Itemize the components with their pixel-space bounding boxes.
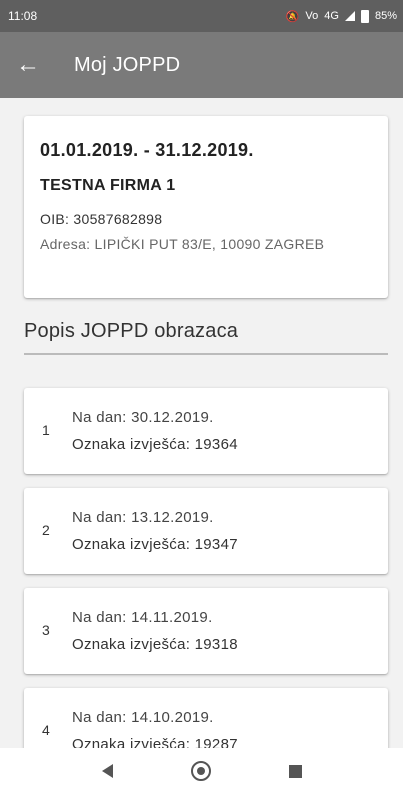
app-bar: ← Moj JOPPD xyxy=(0,32,403,98)
home-circle-icon xyxy=(191,761,212,781)
period-range: 01.01.2019. - 31.12.2019. xyxy=(40,140,254,160)
company-address: Adresa: LIPIČKI PUT 83/E, 10090 ZAGREB xyxy=(40,236,325,252)
summary-card: 01.01.2019. - 31.12.2019. TESTNA FIRMA 1… xyxy=(24,116,388,298)
status-icons: 🔕 Vo 4G 85% xyxy=(285,9,397,23)
signal-icon xyxy=(344,11,355,21)
system-nav-bar xyxy=(0,748,403,794)
network-type: 4G xyxy=(324,10,339,22)
report-date: Na dan: 30.12.2019. xyxy=(72,409,214,426)
report-index: 4 xyxy=(42,722,50,738)
report-date: Na dan: 14.10.2019. xyxy=(72,709,214,726)
recent-square-icon xyxy=(289,764,303,778)
report-index: 1 xyxy=(42,422,50,438)
report-date: Na dan: 13.12.2019. xyxy=(72,509,214,526)
section-title: Popis JOPPD obrazaca xyxy=(24,320,239,342)
back-triangle-icon xyxy=(101,764,113,778)
arrow-left-icon: ← xyxy=(16,51,40,78)
mute-icon: 🔕 xyxy=(285,10,300,23)
section-divider xyxy=(24,353,388,355)
report-oznaka: Oznaka izvješća: 19318 xyxy=(72,636,238,653)
battery-icon xyxy=(360,9,369,23)
volte-icon: Vo xyxy=(305,10,319,22)
back-button[interactable]: ← xyxy=(16,45,56,85)
nav-back-button[interactable] xyxy=(87,751,127,791)
page-title: Moj JOPPD xyxy=(74,53,181,76)
report-item[interactable]: 4 Na dan: 14.10.2019. Oznaka izvješća: 1… xyxy=(24,688,388,748)
company-oib: OIB: 30587682898 xyxy=(40,211,163,227)
nav-home-button[interactable] xyxy=(181,751,221,791)
report-date: Na dan: 14.11.2019. xyxy=(72,609,213,626)
report-oznaka: Oznaka izvješća: 19287 xyxy=(72,736,238,748)
report-item[interactable]: 1 Na dan: 30.12.2019. Oznaka izvješća: 1… xyxy=(24,388,388,474)
status-bar: 11:08 🔕 Vo 4G 85% xyxy=(0,0,403,32)
report-index: 2 xyxy=(42,522,50,538)
status-time: 11:08 xyxy=(8,9,38,23)
nav-recent-button[interactable] xyxy=(276,751,316,791)
report-item[interactable]: 3 Na dan: 14.11.2019. Oznaka izvješća: 1… xyxy=(24,588,388,674)
report-oznaka: Oznaka izvješća: 19364 xyxy=(72,436,238,453)
report-oznaka: Oznaka izvješća: 19347 xyxy=(72,536,238,553)
company-name: TESTNA FIRMA 1 xyxy=(40,177,176,194)
report-item[interactable]: 2 Na dan: 13.12.2019. Oznaka izvješća: 1… xyxy=(24,488,388,574)
main-content[interactable]: 01.01.2019. - 31.12.2019. TESTNA FIRMA 1… xyxy=(0,98,403,748)
report-index: 3 xyxy=(42,622,50,638)
battery-level: 85% xyxy=(374,10,397,22)
